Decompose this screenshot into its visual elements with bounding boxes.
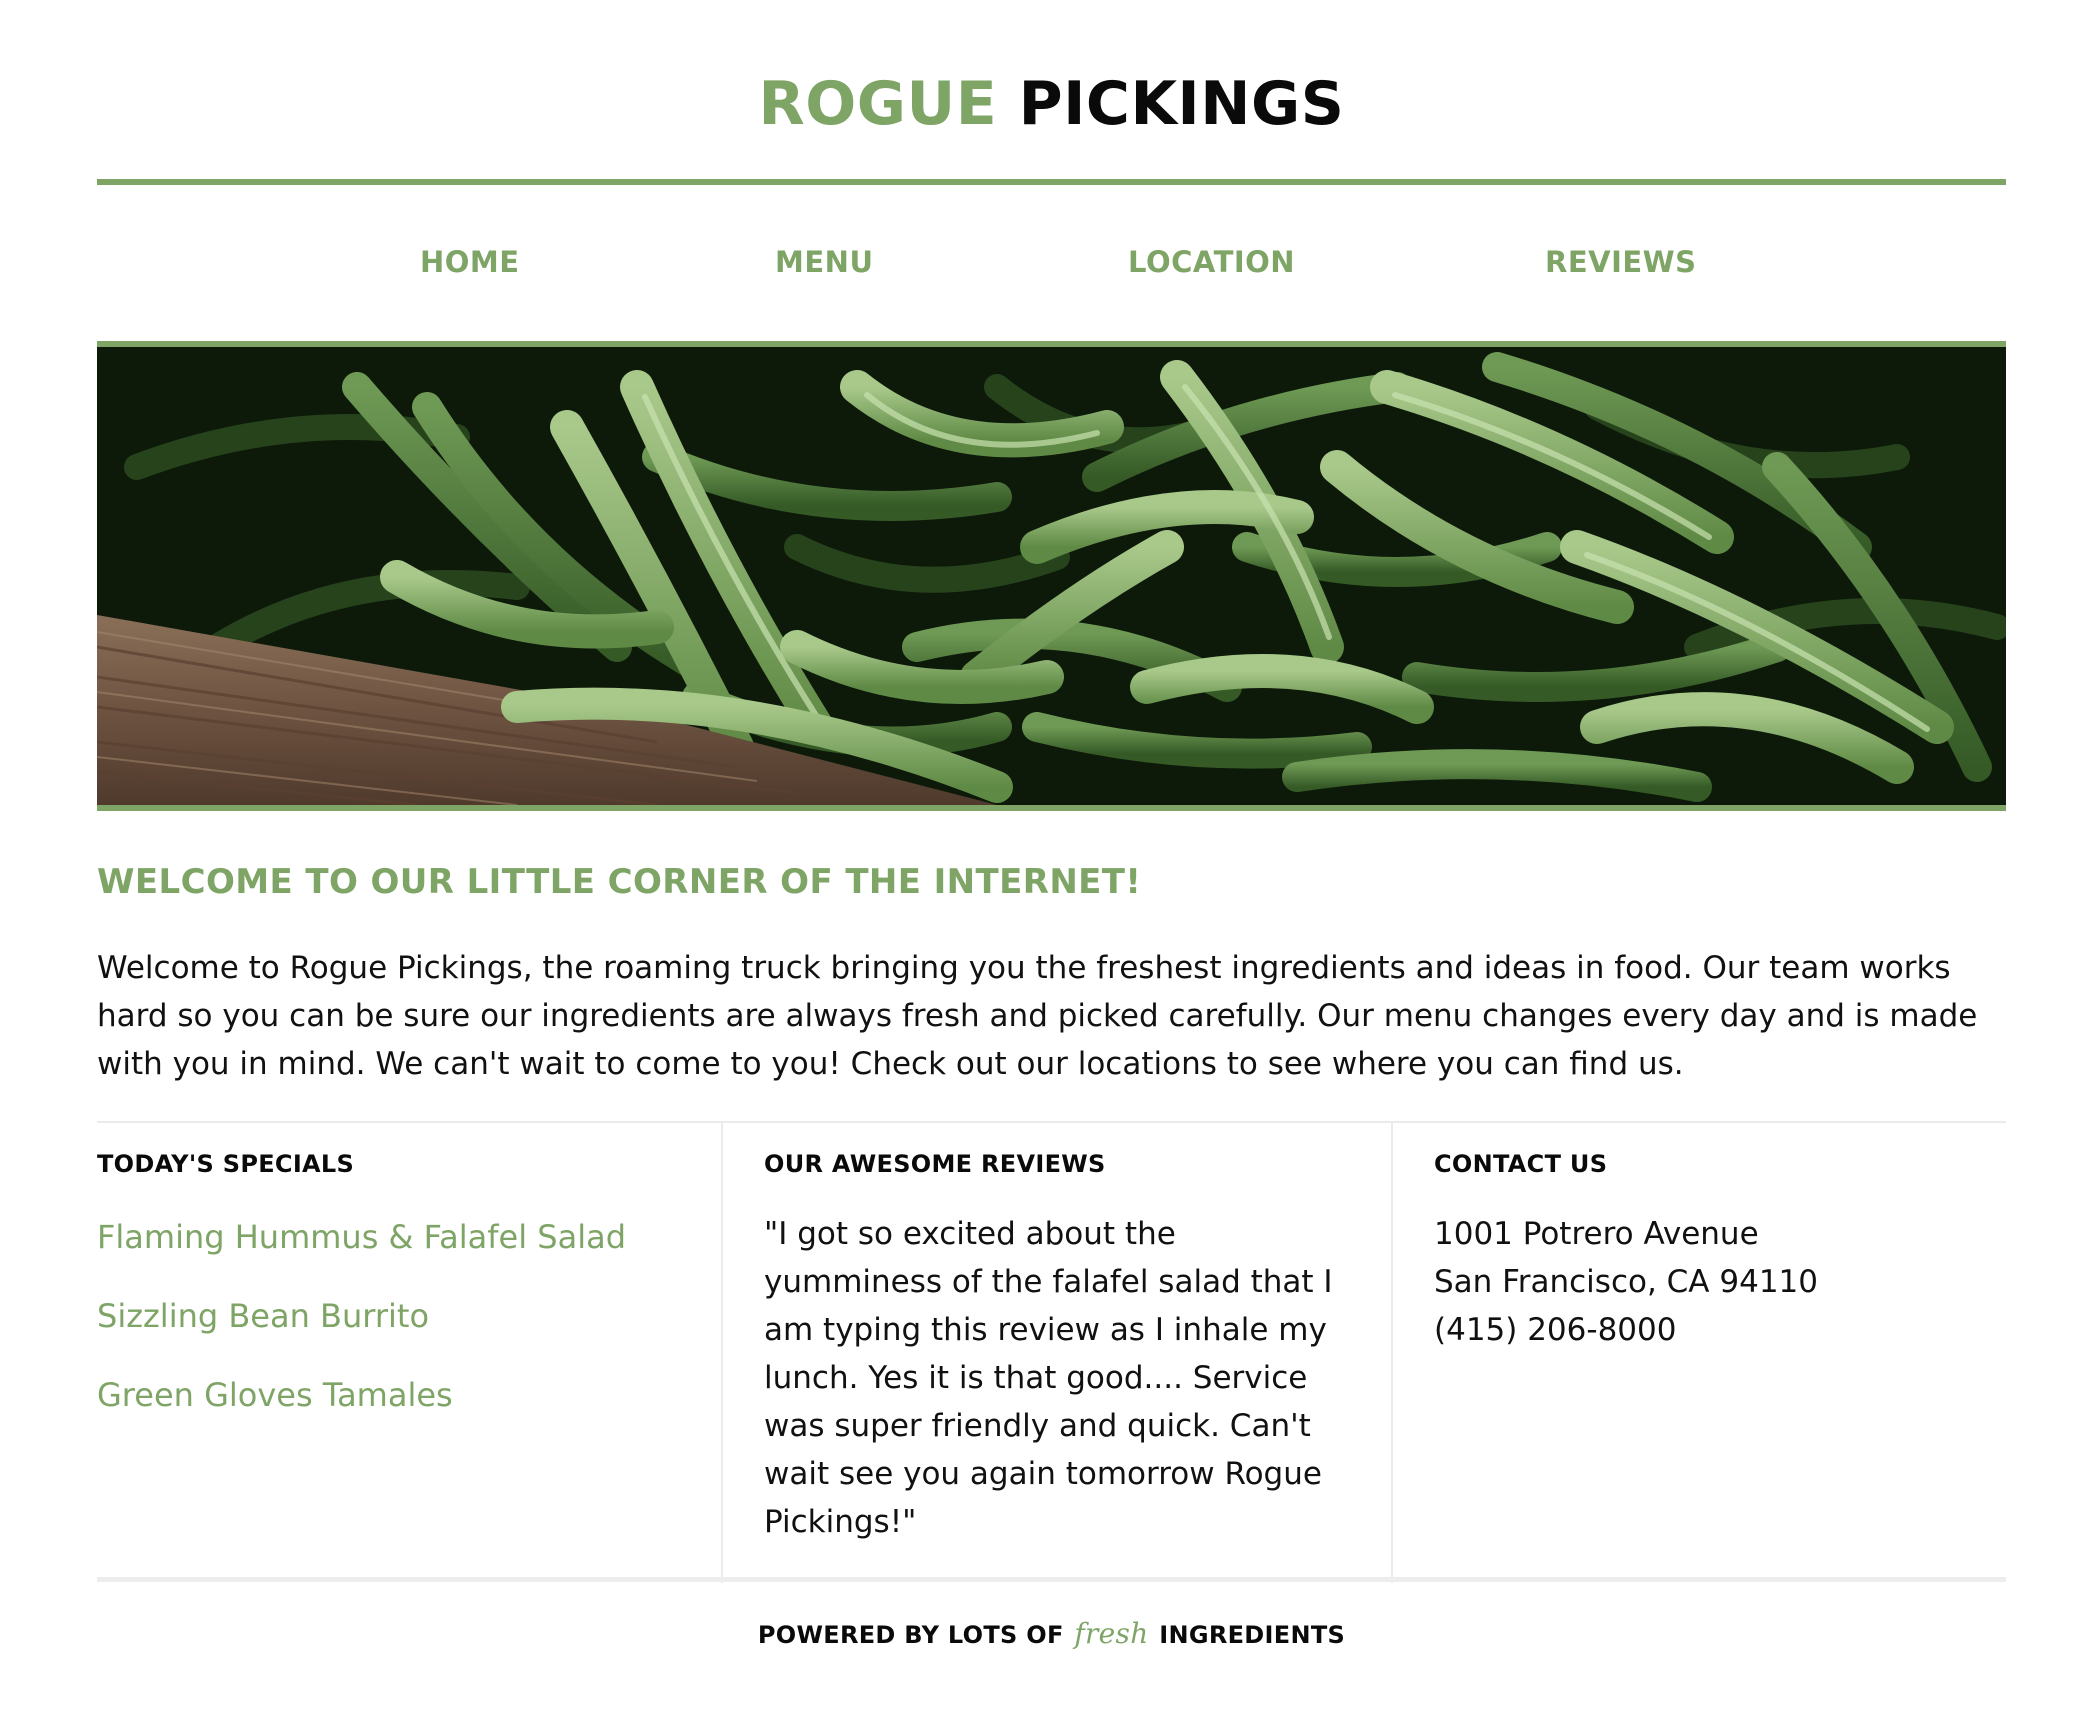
special-item[interactable]: Sizzling Bean Burrito [97,1294,721,1338]
review-text: "I got so excited about the yumminess of… [764,1216,1333,1540]
footer-emphasis: fresh [1074,1617,1149,1650]
nav-item-location[interactable]: LOCATION [1128,242,1295,282]
reviews-column: OUR AWESOME REVIEWS "I got so excited ab… [723,1123,1393,1583]
page: ROGUE PICKINGS HOME MENU LOCATION REVIEW… [0,0,2100,1735]
site-title: ROGUE PICKINGS [97,68,2006,140]
reviews-heading: OUR AWESOME REVIEWS [764,1150,1106,1178]
specials-list: Flaming Hummus & Falafel Salad Sizzling … [97,1215,721,1417]
specials-heading: TODAY'S SPECIALS [97,1150,355,1178]
footer-suffix: INGREDIENTS [1159,1621,1346,1649]
footer-divider [97,1577,2006,1582]
contact-column: CONTACT US 1001 Potrero Avenue San Franc… [1393,1123,2006,1583]
green-beans-photo-icon [97,347,2006,805]
nav-item-reviews[interactable]: REVIEWS [1545,242,1697,282]
contact-address-line1: 1001 Potrero Avenue [1434,1216,1759,1252]
info-columns: TODAY'S SPECIALS Flaming Hummus & Falafe… [97,1121,2006,1583]
contact-details: 1001 Potrero Avenue San Francisco, CA 94… [1434,1210,2006,1354]
header-divider [97,179,2006,185]
site-title-main: PICKINGS [1018,69,1345,139]
main-nav: HOME MENU LOCATION REVIEWS [97,242,2006,282]
site-title-accent: ROGUE [758,69,998,139]
contact-address-line2: San Francisco, CA 94110 [1434,1264,1818,1300]
specials-column: TODAY'S SPECIALS Flaming Hummus & Falafe… [97,1123,723,1583]
contact-phone: (415) 206-8000 [1434,1312,1677,1348]
welcome-text: Welcome to Rogue Pickings, the roaming t… [97,950,1978,1082]
special-item[interactable]: Green Gloves Tamales [97,1373,721,1417]
footer: POWERED BY LOTS OF fresh INGREDIENTS [97,1616,2006,1653]
nav-item-menu[interactable]: MENU [775,242,874,282]
footer-prefix: POWERED BY LOTS OF [757,1621,1064,1649]
nav-item-home[interactable]: HOME [420,242,520,282]
hero-image [97,341,2006,811]
special-item[interactable]: Flaming Hummus & Falafel Salad [97,1215,721,1259]
contact-heading: CONTACT US [1434,1150,1608,1178]
welcome-title: WELCOME TO OUR LITTLE CORNER OF THE INTE… [97,862,1142,902]
